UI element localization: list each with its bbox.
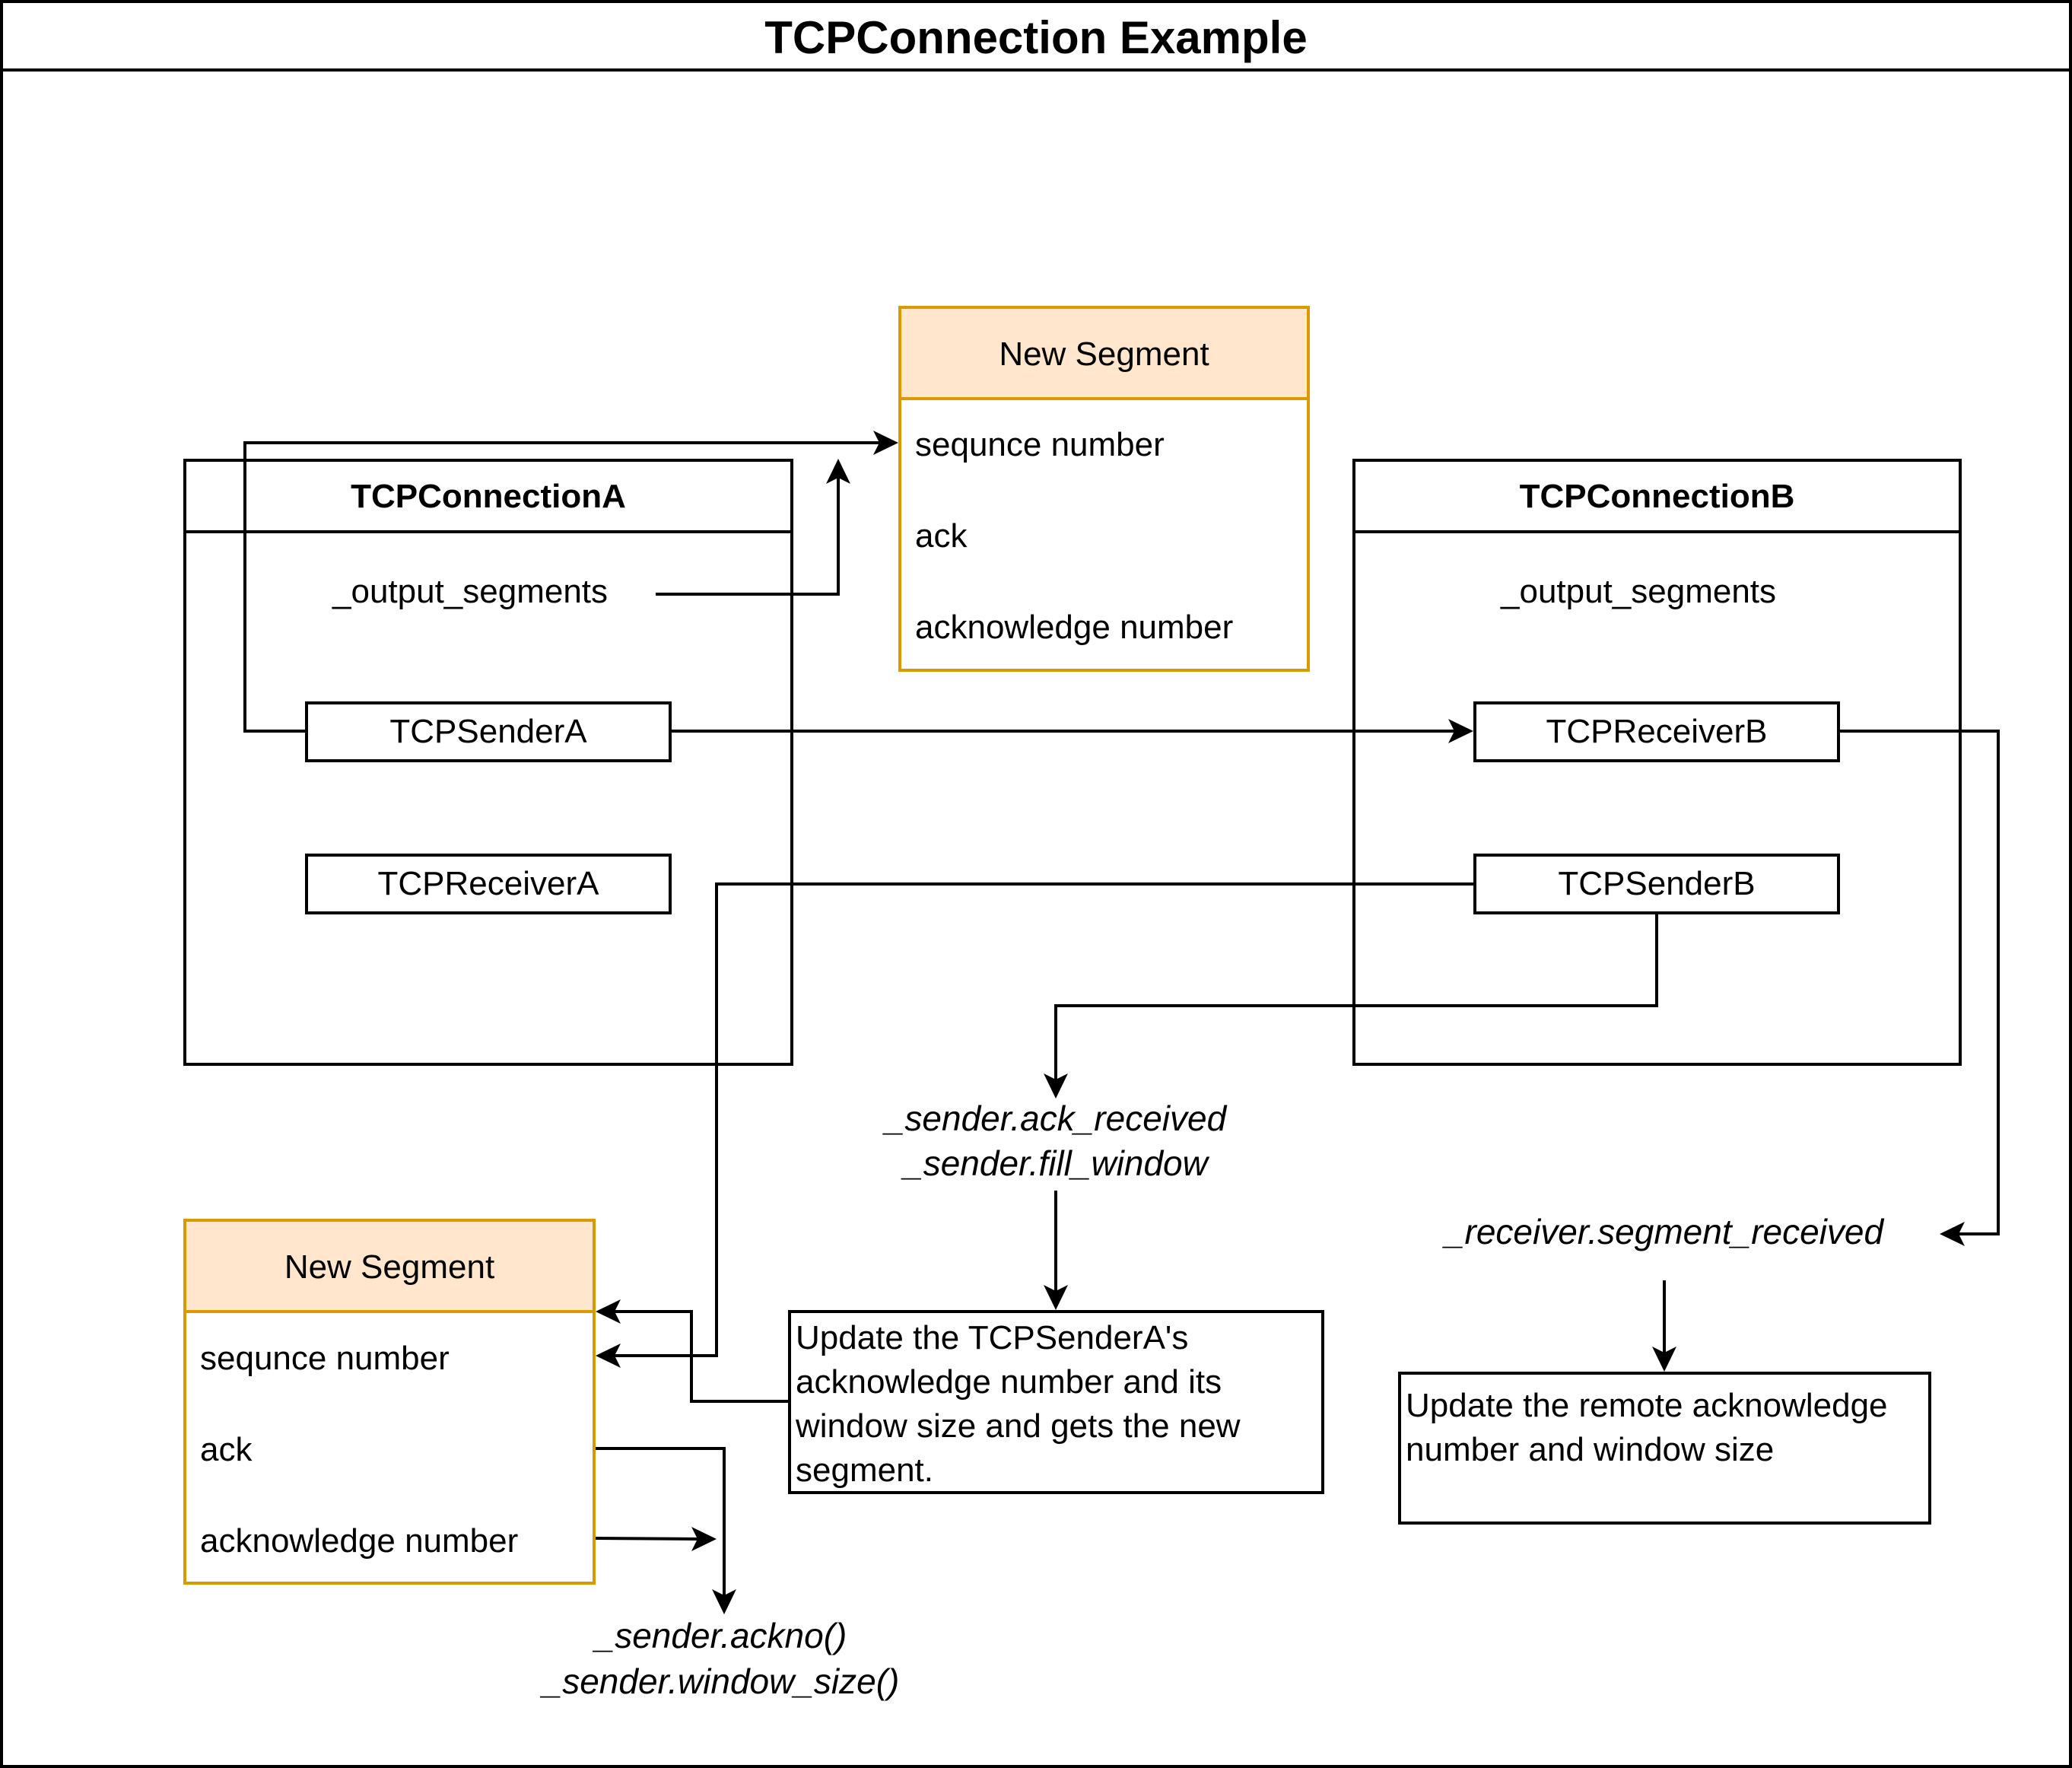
sender-fill-window-label: _sender.fill_window bbox=[904, 1143, 1208, 1183]
sender-ack-received-label: _sender.ack_received bbox=[885, 1099, 1227, 1138]
tcp-sender-b[interactable]: TCPSenderB bbox=[1473, 854, 1840, 914]
bottom-segment-header: New Segment bbox=[186, 1222, 593, 1313]
bottom-segment-box: New Segment sequnce number ack acknowled… bbox=[183, 1219, 596, 1585]
sender-window-size-label: _sender.window_size() bbox=[542, 1661, 900, 1701]
diagram-canvas: TCPConnection Example New Segment sequnc… bbox=[0, 0, 2072, 1768]
tcp-sender-a[interactable]: TCPSenderA bbox=[305, 701, 672, 762]
top-segment-box: New Segment sequnce number ack acknowled… bbox=[898, 306, 1310, 672]
tcp-receiver-a[interactable]: TCPReceiverA bbox=[305, 854, 672, 914]
receiver-segment-received-label: _receiver.segment_received bbox=[1444, 1212, 1884, 1251]
bottom-segment-field-ackno: acknowledge number bbox=[200, 1522, 519, 1560]
top-segment-field-ack: ack bbox=[915, 517, 968, 555]
update-remote-note: Update the remote acknowledge number and… bbox=[1398, 1372, 1931, 1525]
top-segment-header: New Segment bbox=[901, 309, 1307, 400]
bottom-segment-field-sequence: sequnce number bbox=[200, 1340, 450, 1377]
sender-ackno-label: _sender.ackno() bbox=[595, 1616, 847, 1655]
connector-ackno-to-sender-calls bbox=[594, 1537, 701, 1541]
connection-a-output-segments: _output_segments bbox=[332, 573, 609, 610]
tcp-receiver-b[interactable]: TCPReceiverB bbox=[1473, 701, 1840, 762]
top-segment-field-sequence: sequnce number bbox=[915, 426, 1165, 463]
connection-a-title: TCPConnectionA bbox=[186, 462, 790, 533]
bottom-segment-field-ack: ack bbox=[200, 1431, 253, 1468]
connection-b-output-segments: _output_segments bbox=[1501, 573, 1777, 610]
connection-a-box: TCPConnectionA bbox=[183, 459, 793, 1066]
update-sender-note: Update the TCPSenderA's acknowledge numb… bbox=[788, 1310, 1324, 1494]
connection-b-box: TCPConnectionB bbox=[1352, 459, 1962, 1066]
connection-b-title: TCPConnectionB bbox=[1355, 462, 1959, 533]
connector-ack-to-sender-calls bbox=[595, 1447, 726, 1598]
top-segment-field-ackno: acknowledge number bbox=[915, 609, 1234, 646]
